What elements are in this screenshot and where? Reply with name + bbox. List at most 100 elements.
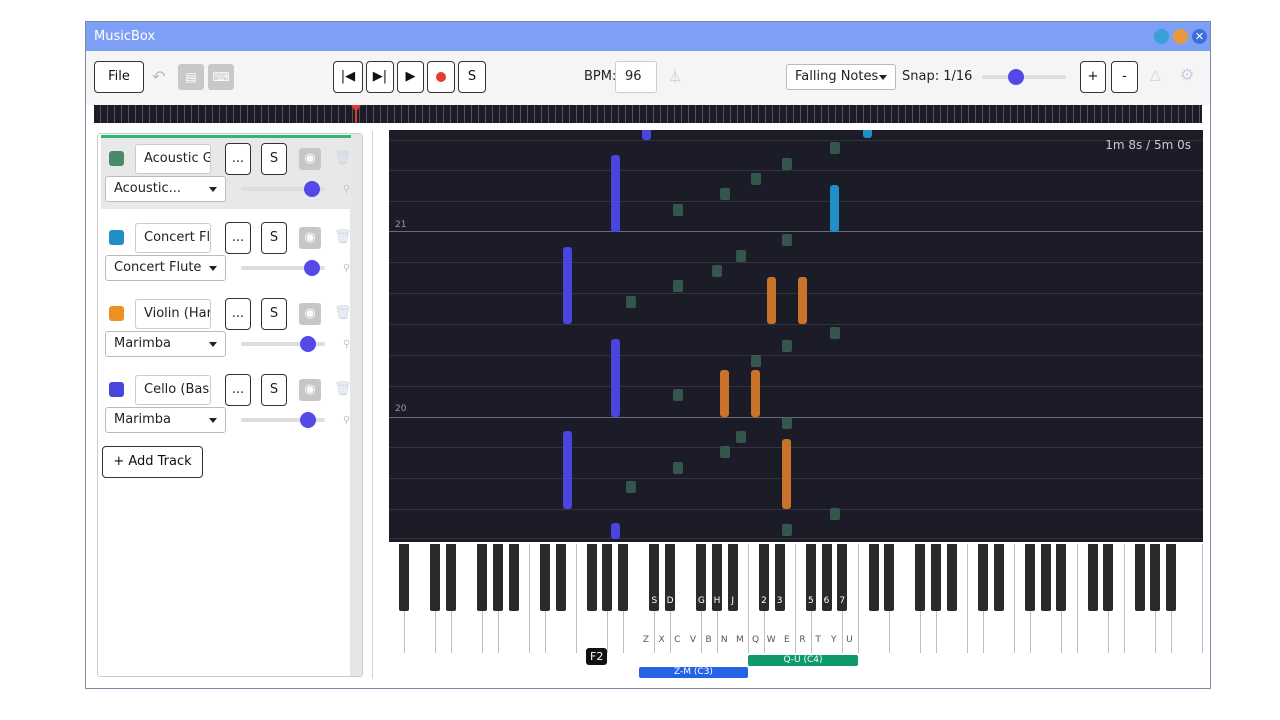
panel-divider[interactable]	[372, 131, 373, 679]
snap-slider-thumb[interactable]	[1008, 69, 1024, 85]
track-options-button[interactable]: ...	[225, 143, 251, 175]
play-button[interactable]: ▶	[397, 61, 424, 93]
black-key[interactable]: S	[649, 544, 660, 611]
close-button[interactable]: ✕	[1192, 29, 1207, 44]
note-block[interactable]	[611, 523, 620, 539]
instrument-select[interactable]: Acoustic...	[105, 176, 226, 202]
note-block[interactable]	[830, 185, 839, 232]
black-key[interactable]	[868, 544, 879, 611]
note-block[interactable]	[563, 247, 572, 324]
note-marker[interactable]	[782, 158, 792, 170]
snap-slider[interactable]	[982, 75, 1066, 79]
instrument-select[interactable]: Marimba	[105, 407, 226, 433]
note-block[interactable]	[863, 130, 872, 138]
note-marker[interactable]	[712, 265, 722, 277]
track-color-swatch[interactable]	[109, 306, 124, 321]
black-key[interactable]	[884, 544, 895, 611]
trash-icon[interactable]: 🗑	[334, 150, 352, 166]
track-name-input[interactable]: Violin (Harr	[135, 299, 211, 329]
note-marker[interactable]	[720, 446, 730, 458]
undo-icon[interactable]: ↶	[152, 67, 165, 86]
black-key[interactable]: 7	[837, 544, 848, 611]
black-key[interactable]	[445, 544, 456, 611]
track-row[interactable]: Concert Flu... S ◉ 🗑 Concert Flute ⚲	[101, 220, 352, 294]
black-key[interactable]	[1134, 544, 1145, 611]
note-marker[interactable]	[720, 188, 730, 200]
note-marker[interactable]	[751, 173, 761, 185]
keyboard-toggle-icon[interactable]: ⌨	[208, 64, 234, 90]
volume-slider-thumb[interactable]	[300, 336, 316, 352]
restore-button[interactable]	[1173, 29, 1188, 44]
solo-mode-button[interactable]: S	[458, 61, 486, 93]
black-key[interactable]	[1040, 544, 1051, 611]
view-mode-select[interactable]: Falling Notes	[786, 64, 896, 90]
note-block[interactable]	[611, 339, 620, 417]
track-solo-button[interactable]: S	[261, 143, 287, 175]
black-key[interactable]: H	[712, 544, 722, 611]
track-options-button[interactable]: ...	[225, 298, 251, 330]
go-to-end-button[interactable]: ▶|	[366, 61, 394, 93]
zoom-in-button[interactable]: +	[1080, 61, 1106, 93]
settings-gear-icon[interactable]: ⚙	[1180, 65, 1194, 84]
black-key[interactable]	[1025, 544, 1035, 611]
minimize-button[interactable]	[1154, 29, 1169, 44]
trash-icon[interactable]: 🗑	[334, 381, 352, 397]
piano-keyboard[interactable]: S D G H J 2 3 5 6 7 Z X C V B N M Q W E R T Y U F2	[389, 544, 1204, 665]
black-key[interactable]	[946, 544, 957, 611]
black-key[interactable]	[1165, 544, 1176, 611]
track-color-swatch[interactable]	[109, 230, 124, 245]
bpm-input[interactable]: 96	[615, 61, 657, 93]
note-block[interactable]	[767, 277, 776, 324]
note-marker[interactable]	[751, 355, 761, 367]
black-key[interactable]	[430, 544, 441, 611]
track-options-button[interactable]: ...	[225, 374, 251, 406]
track-row[interactable]: Cello (Bass... S ◉ 🗑 Marimba ⚲	[101, 372, 352, 446]
note-marker[interactable]	[673, 389, 683, 401]
metronome-icon[interactable]: ⏃	[668, 67, 682, 87]
track-name-input[interactable]: Cello (Bass	[135, 375, 211, 405]
add-track-button[interactable]: + Add Track	[102, 446, 203, 478]
black-key[interactable]: G	[696, 544, 707, 611]
panel-toggle-icon[interactable]: ▤	[178, 64, 204, 90]
note-marker[interactable]	[736, 250, 746, 262]
trash-icon[interactable]: 🗑	[334, 229, 352, 245]
note-marker[interactable]	[673, 462, 683, 474]
note-marker[interactable]	[626, 481, 636, 493]
instrument-select[interactable]: Marimba	[105, 331, 226, 357]
white-key[interactable]	[1187, 544, 1204, 653]
track-list-scrollbar[interactable]	[350, 134, 362, 676]
black-key[interactable]: 6	[821, 544, 832, 611]
black-key[interactable]: D	[665, 544, 676, 611]
note-marker[interactable]	[673, 280, 683, 292]
zoom-out-button[interactable]: -	[1111, 61, 1138, 93]
track-name-input[interactable]: Concert Flu	[135, 223, 211, 253]
black-key[interactable]	[492, 544, 503, 611]
black-key[interactable]	[931, 544, 942, 611]
black-key[interactable]: 2	[758, 544, 769, 611]
black-key[interactable]	[1087, 544, 1098, 611]
black-key[interactable]	[618, 544, 629, 611]
black-key[interactable]	[539, 544, 550, 611]
track-color-swatch[interactable]	[109, 151, 124, 166]
track-solo-button[interactable]: S	[261, 222, 287, 254]
note-marker[interactable]	[782, 340, 792, 352]
track-color-swatch[interactable]	[109, 382, 124, 397]
track-solo-button[interactable]: S	[261, 298, 287, 330]
note-marker[interactable]	[673, 204, 683, 216]
black-key[interactable]	[993, 544, 1004, 611]
note-block[interactable]	[611, 155, 620, 232]
track-solo-button[interactable]: S	[261, 374, 287, 406]
timeline-ruler[interactable]	[94, 105, 1202, 123]
tuner-icon[interactable]: △	[1150, 67, 1161, 83]
black-key[interactable]	[477, 544, 488, 611]
note-block[interactable]	[782, 439, 791, 509]
note-block[interactable]	[642, 130, 651, 140]
black-key[interactable]: 3	[774, 544, 785, 611]
file-button[interactable]: File	[94, 61, 144, 93]
note-block[interactable]	[798, 277, 807, 324]
black-key[interactable]	[602, 544, 613, 611]
note-marker[interactable]	[782, 417, 792, 429]
note-block[interactable]	[563, 431, 572, 509]
black-key[interactable]: 5	[805, 544, 816, 611]
black-key[interactable]	[1103, 544, 1114, 611]
